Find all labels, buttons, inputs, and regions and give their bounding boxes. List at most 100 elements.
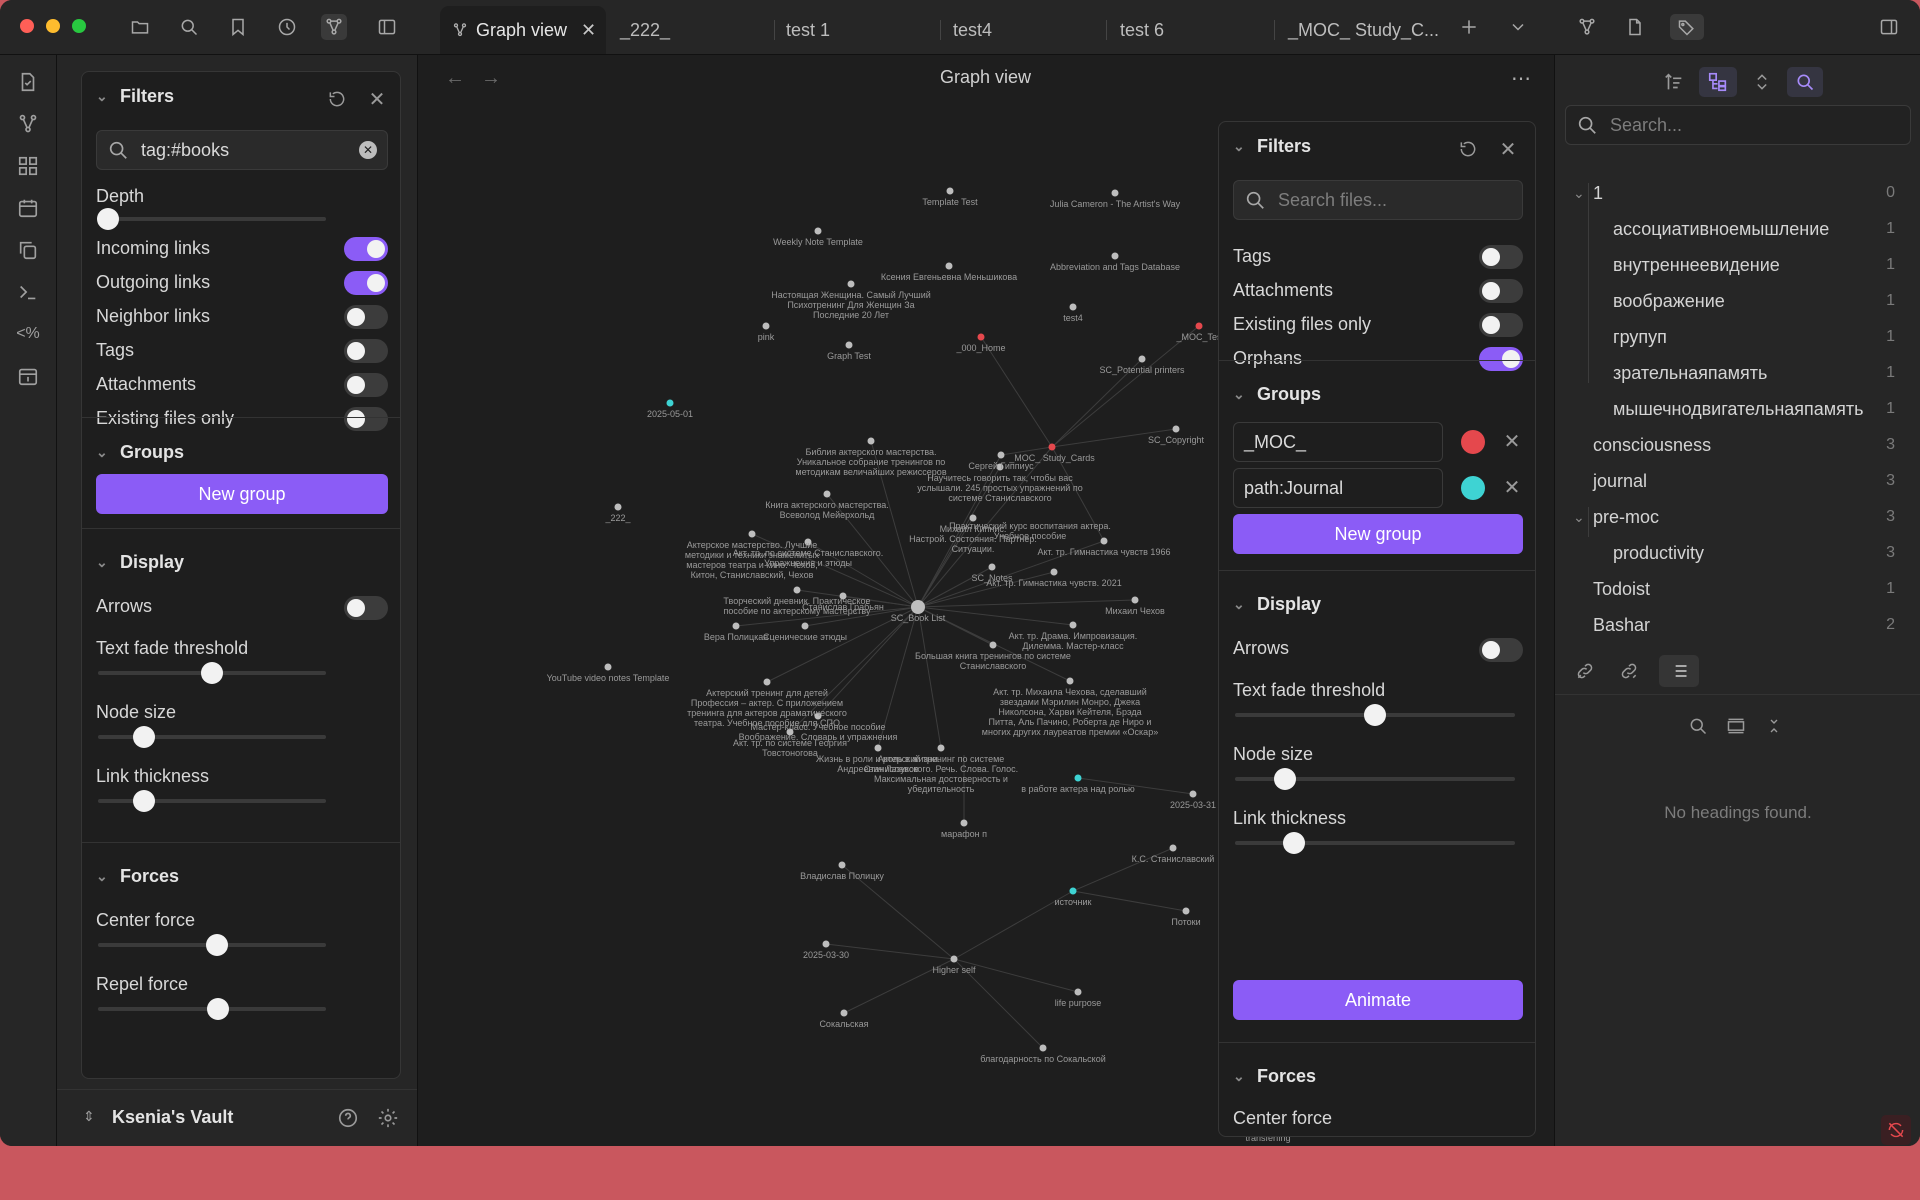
animate-button[interactable]: Animate	[1233, 980, 1523, 1020]
graph-node[interactable]	[945, 262, 953, 270]
percent-code-icon[interactable]: <%	[15, 321, 41, 347]
folder-icon[interactable]	[127, 14, 153, 40]
text-fade-slider[interactable]	[98, 662, 326, 684]
group-query-input[interactable]: _MOC_	[1233, 422, 1443, 462]
graph-node[interactable]	[1074, 774, 1082, 782]
zoom-window-button[interactable]	[72, 19, 86, 33]
tag-search-input[interactable]: Search...	[1565, 105, 1911, 145]
graph-node[interactable]	[1131, 596, 1139, 604]
repel-force-slider[interactable]	[98, 998, 326, 1020]
display-section-header[interactable]: ⌄ Display	[96, 552, 184, 573]
right-sidebar-toggle-icon[interactable]	[1876, 14, 1902, 40]
link-thickness-slider[interactable]	[98, 790, 326, 812]
graph-node[interactable]	[823, 490, 831, 498]
graph-node[interactable]	[867, 437, 875, 445]
toggle-switch[interactable]	[344, 305, 388, 329]
minimize-window-button[interactable]	[46, 19, 60, 33]
tab-test-6[interactable]: test 6	[1108, 6, 1268, 54]
toggle-switch[interactable]	[344, 237, 388, 261]
tag-item[interactable]: зрательнаяпамять	[1613, 363, 1767, 384]
slider-thumb[interactable]	[1364, 704, 1386, 726]
tag-item[interactable]: Todoist	[1593, 579, 1650, 600]
tab-moc-study-cards[interactable]: _MOC_ Study_C...	[1276, 6, 1446, 54]
sort-icon[interactable]	[1659, 67, 1689, 97]
filters-section-header[interactable]: ⌄ Filters	[1233, 136, 1311, 157]
chevron-down-icon[interactable]: ⌄	[1573, 185, 1585, 202]
search-files-input[interactable]: Search files...	[1233, 180, 1523, 220]
slider-thumb[interactable]	[205, 934, 228, 956]
vault-switcher-icon[interactable]: ⇕	[83, 1108, 95, 1125]
new-group-button[interactable]: New group	[1233, 514, 1523, 554]
tag-item[interactable]: 1	[1593, 183, 1603, 204]
graph-node[interactable]	[801, 622, 809, 630]
search-icon[interactable]	[1787, 67, 1823, 97]
graph-node[interactable]	[763, 678, 771, 686]
graph-node[interactable]	[960, 819, 968, 827]
graph-node[interactable]	[997, 451, 1005, 459]
graph-node[interactable]	[1111, 189, 1119, 197]
graph-node[interactable]	[748, 530, 756, 538]
toggle-switch[interactable]	[344, 373, 388, 397]
daily-note-icon[interactable]	[15, 363, 41, 389]
graph-node[interactable]	[1169, 844, 1177, 852]
graph-node[interactable]	[988, 563, 996, 571]
toggle-switch[interactable]	[344, 339, 388, 363]
graph-node[interactable]	[1069, 621, 1077, 629]
expand-collapse-icon[interactable]	[1747, 67, 1777, 97]
graph-node[interactable]	[822, 940, 830, 948]
terminal-icon[interactable]	[15, 279, 41, 305]
graph-node[interactable]	[950, 955, 958, 963]
graph-node[interactable]	[1100, 537, 1108, 545]
toggle-switch[interactable]	[1479, 347, 1523, 371]
new-tab-icon[interactable]	[1456, 14, 1482, 40]
open-quick-switcher-icon[interactable]	[15, 69, 41, 95]
center-force-slider[interactable]	[98, 934, 326, 956]
tag-item[interactable]: групуп	[1613, 327, 1667, 348]
graph-node[interactable]	[1069, 303, 1077, 311]
arrows-toggle[interactable]	[1479, 638, 1523, 662]
slider-thumb[interactable]	[132, 790, 155, 812]
reset-icon[interactable]	[1455, 136, 1481, 162]
graph-node[interactable]	[989, 641, 997, 649]
tag-item[interactable]: pre-moc	[1593, 507, 1659, 528]
filter-search-input[interactable]: tag:#books ✕	[96, 130, 388, 170]
tag-item[interactable]: consciousness	[1593, 435, 1711, 456]
graph-node[interactable]	[762, 322, 770, 330]
groups-section-header[interactable]: ⌄ Groups	[1233, 384, 1321, 405]
tag-item[interactable]: journal	[1593, 471, 1647, 492]
search-icon[interactable]	[1685, 713, 1711, 739]
local-graph-icon[interactable]	[1574, 14, 1600, 40]
graph-node[interactable]	[1172, 425, 1180, 433]
graph-node[interactable]	[847, 280, 855, 288]
graph-node[interactable]	[1111, 252, 1119, 260]
graph-node[interactable]	[666, 399, 674, 407]
text-fade-slider[interactable]	[1235, 704, 1515, 726]
graph-node[interactable]	[1138, 355, 1146, 363]
node-size-slider[interactable]	[98, 726, 326, 748]
slider-thumb[interactable]	[132, 726, 155, 748]
graph-node[interactable]	[614, 503, 622, 511]
graph-node[interactable]	[814, 227, 822, 235]
bookmark-icon[interactable]	[225, 14, 251, 40]
sync-status-icon[interactable]	[1881, 1115, 1911, 1145]
tag-item[interactable]: productivity	[1613, 543, 1704, 564]
graph-icon[interactable]	[321, 14, 347, 40]
depth-slider[interactable]	[97, 208, 326, 230]
node-size-slider[interactable]	[1235, 768, 1515, 790]
tags-icon[interactable]	[1670, 14, 1704, 40]
tag-item[interactable]: внутреннеевидение	[1613, 255, 1780, 276]
graph-node[interactable]	[1074, 988, 1082, 996]
remove-group-icon[interactable]: ✕	[1499, 428, 1525, 454]
tag-item[interactable]: Bashar	[1593, 615, 1650, 636]
new-group-button[interactable]: New group	[96, 474, 388, 514]
slider-thumb[interactable]	[97, 208, 119, 230]
slider-thumb[interactable]	[1282, 832, 1305, 854]
slider-thumb[interactable]	[207, 998, 229, 1020]
tab-222[interactable]: _222_	[608, 6, 768, 54]
tree-view-icon[interactable]	[1699, 67, 1737, 97]
chevron-down-icon[interactable]	[1505, 14, 1531, 40]
close-icon[interactable]: ✕	[364, 86, 390, 112]
tag-item[interactable]: мышечнодвигательнаяпамять	[1613, 399, 1864, 420]
graph-node[interactable]	[1039, 1044, 1047, 1052]
graph-node[interactable]	[845, 341, 853, 349]
